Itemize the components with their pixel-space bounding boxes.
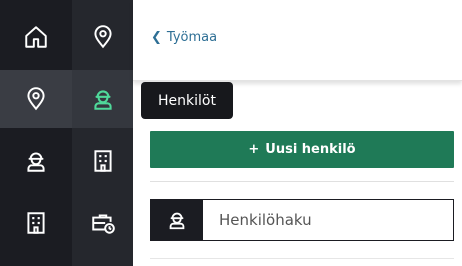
toolbox-clock-icon xyxy=(91,214,115,234)
tooltip-label: Henkilöt xyxy=(158,92,216,109)
tooltip: Henkilöt xyxy=(141,82,233,119)
worker-icon xyxy=(27,152,45,172)
search-prefix xyxy=(151,200,203,240)
new-person-button[interactable]: + Uusi henkilö xyxy=(150,131,454,168)
worker-icon xyxy=(169,212,185,230)
location-pin-icon xyxy=(27,87,45,111)
plus-icon: + xyxy=(248,142,260,157)
nav-buildings[interactable] xyxy=(0,194,72,252)
location-pin-icon xyxy=(93,25,112,49)
back-link[interactable]: ❮ Työmaa xyxy=(151,30,217,45)
nav-workers[interactable] xyxy=(0,132,72,190)
building-icon xyxy=(27,212,45,234)
home-icon xyxy=(25,26,47,48)
primary-sidebar xyxy=(0,0,72,266)
subnav-location[interactable] xyxy=(72,8,133,66)
building-icon xyxy=(93,150,112,172)
nav-location[interactable] xyxy=(0,70,72,128)
divider xyxy=(150,258,454,259)
secondary-sidebar xyxy=(72,0,133,266)
new-person-label: Uusi henkilö xyxy=(265,142,356,157)
person-search xyxy=(150,199,454,241)
subnav-persons[interactable] xyxy=(72,70,133,128)
subnav-equipment[interactable] xyxy=(72,194,133,252)
divider xyxy=(150,181,454,182)
worker-icon xyxy=(93,90,112,110)
chevron-left-icon: ❮ xyxy=(151,30,162,45)
top-bar: ❮ Työmaa xyxy=(133,0,462,81)
nav-home[interactable] xyxy=(0,8,72,66)
person-search-input[interactable] xyxy=(203,200,453,240)
back-link-label: Työmaa xyxy=(166,30,218,45)
subnav-buildings[interactable] xyxy=(72,132,133,190)
